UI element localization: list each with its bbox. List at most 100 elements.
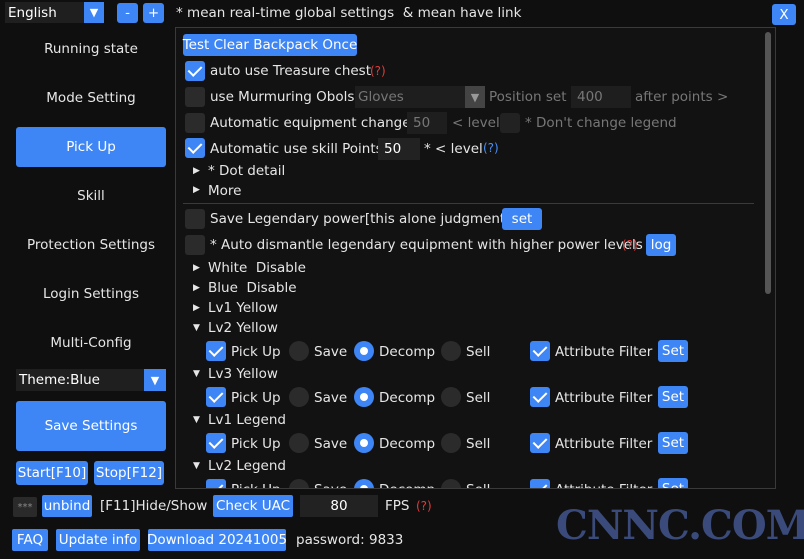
skill-points-checkbox[interactable] [185,138,205,158]
global-settings-hint: * mean real-time global settings & mean … [176,5,522,21]
decrease-button[interactable]: - [117,3,138,23]
lv2-legend-set-button[interactable]: Set [658,478,688,488]
sidebar-item-multi-config[interactable]: Multi-Config [16,323,166,363]
expand-arrow-icon[interactable]: ▶ [193,303,200,313]
sidebar-item-skill[interactable]: Skill [16,176,166,216]
decomp-label: Decomp [379,436,436,452]
masked-key-text: *** [17,501,33,513]
expand-arrow-icon[interactable]: ▶ [193,263,200,273]
expand-arrow-icon[interactable]: ▶ [193,185,200,195]
start-button[interactable]: Start[F10] [16,461,88,485]
save-settings-button[interactable]: Save Settings [16,401,166,451]
sidebar-item-login-settings[interactable]: Login Settings [16,274,166,314]
lv2-legend-decomp-radio[interactable] [354,479,374,488]
skill-help-icon[interactable]: (?) [483,141,499,155]
tier-lv1-yellow-toggle[interactable]: Lv1 Yellow [208,300,278,316]
increase-button[interactable]: + [143,3,164,23]
equipment-level-label: < level [452,115,500,131]
lv2-yellow-pickup-checkbox[interactable] [206,341,226,361]
lv1-legend-attribute-filter-checkbox[interactable] [530,433,550,453]
lv2-legend-pickup-checkbox[interactable] [206,479,226,488]
language-select[interactable]: English ▼ [5,2,104,23]
lv2-yellow-decomp-radio[interactable] [354,341,374,361]
collapse-arrow-icon[interactable]: ▼ [193,415,200,425]
save-label: Save [314,482,347,488]
position-set-input[interactable]: 400 [571,86,631,108]
save-legendary-set-button[interactable]: set [502,208,542,230]
download-button[interactable]: Download 20241005 [147,529,287,551]
pickup-label: Pick Up [231,482,281,488]
save-legendary-label: Save Legendary power[this alone judgment… [210,211,511,227]
update-info-button[interactable]: Update info [56,529,140,551]
treasure-checkbox[interactable] [185,61,205,81]
more-toggle[interactable]: More [208,183,241,199]
auto-dismantle-label: * Auto dismantle legendary equipment wit… [210,237,643,253]
obols-item-select[interactable]: Gloves ▼ [355,86,485,108]
tier-lv3-yellow-toggle[interactable]: Lv3 Yellow [208,366,278,382]
attribute-filter-label: Attribute Filter [555,436,653,452]
close-button[interactable]: X [772,4,796,25]
tier-lv2-legend-toggle[interactable]: Lv2 Legend [208,458,286,474]
treasure-help-icon[interactable]: (?) [370,64,386,78]
dot-detail-toggle[interactable]: * Dot detail [208,163,285,179]
watermark: CNNC.COM [556,502,804,549]
fps-input[interactable]: 80 [300,495,378,517]
lv3-yellow-pickup-checkbox[interactable] [206,387,226,407]
lv2-yellow-attribute-filter-checkbox[interactable] [530,341,550,361]
decomp-label: Decomp [379,344,436,360]
lv2-yellow-set-button[interactable]: Set [658,340,688,362]
lv3-yellow-save-radio[interactable] [289,387,309,407]
lv2-legend-attribute-filter-checkbox[interactable] [530,479,550,488]
save-legendary-checkbox[interactable] [185,209,205,229]
sidebar-item-pick-up[interactable]: Pick Up [16,127,166,167]
tier-blue-toggle[interactable]: Blue Disable [208,280,297,296]
dismantle-log-button[interactable]: log [646,234,676,256]
lv3-yellow-set-button[interactable]: Set [658,386,688,408]
theme-select[interactable]: Theme:Blue ▼ [16,369,166,391]
tier-lv2-yellow-toggle[interactable]: Lv2 Yellow [208,320,278,336]
collapse-arrow-icon[interactable]: ▼ [193,461,200,471]
lv2-yellow-sell-radio[interactable] [441,341,461,361]
lv2-legend-sell-radio[interactable] [441,479,461,488]
faq-button[interactable]: FAQ [12,529,48,551]
lv3-yellow-attribute-filter-checkbox[interactable] [530,387,550,407]
position-set-label: Position set [489,89,567,105]
scrollbar-thumb[interactable] [765,32,771,294]
stop-button[interactable]: Stop[F12] [94,461,164,485]
dismantle-help-icon[interactable]: (?) [622,238,638,252]
equipment-change-checkbox[interactable] [185,113,205,133]
lv2-legend-save-radio[interactable] [289,479,309,488]
obols-checkbox[interactable] [185,87,205,107]
lv1-legend-decomp-radio[interactable] [354,433,374,453]
sidebar-item-mode-setting[interactable]: Mode Setting [16,78,166,118]
collapse-arrow-icon[interactable]: ▼ [193,369,200,379]
obols-label: use Murmuring Obols [210,89,355,105]
lv2-yellow-save-radio[interactable] [289,341,309,361]
lv1-legend-sell-radio[interactable] [441,433,461,453]
attribute-filter-label: Attribute Filter [555,344,653,360]
fps-help-icon[interactable]: (?) [416,499,432,513]
unbind-button[interactable]: unbind [42,495,92,517]
skill-level-input[interactable]: 50 [378,138,420,160]
expand-arrow-icon[interactable]: ▶ [193,283,200,293]
dont-change-legend-checkbox[interactable] [500,113,520,133]
check-uac-button[interactable]: Check UAC [213,495,293,517]
attribute-filter-label: Attribute Filter [555,390,653,406]
obols-item-value: Gloves [358,89,404,105]
auto-dismantle-checkbox[interactable] [185,235,205,255]
lv1-legend-set-button[interactable]: Set [658,432,688,454]
lv1-legend-save-radio[interactable] [289,433,309,453]
sidebar-item-running-state[interactable]: Running state [16,29,166,69]
password-label: password: [296,532,365,548]
lv3-yellow-sell-radio[interactable] [441,387,461,407]
lv3-yellow-decomp-radio[interactable] [354,387,374,407]
expand-arrow-icon[interactable]: ▶ [193,166,200,176]
test-clear-backpack-button[interactable]: Test Clear Backpack Once [183,34,357,56]
sidebar-item-protection-settings[interactable]: Protection Settings [16,225,166,265]
tier-lv1-legend-toggle[interactable]: Lv1 Legend [208,412,286,428]
lv1-legend-pickup-checkbox[interactable] [206,433,226,453]
collapse-arrow-icon[interactable]: ▼ [193,323,200,333]
sidebar-item-label: Protection Settings [27,237,155,253]
equipment-level-input[interactable]: 50 [407,112,447,134]
tier-white-toggle[interactable]: White Disable [208,260,306,276]
